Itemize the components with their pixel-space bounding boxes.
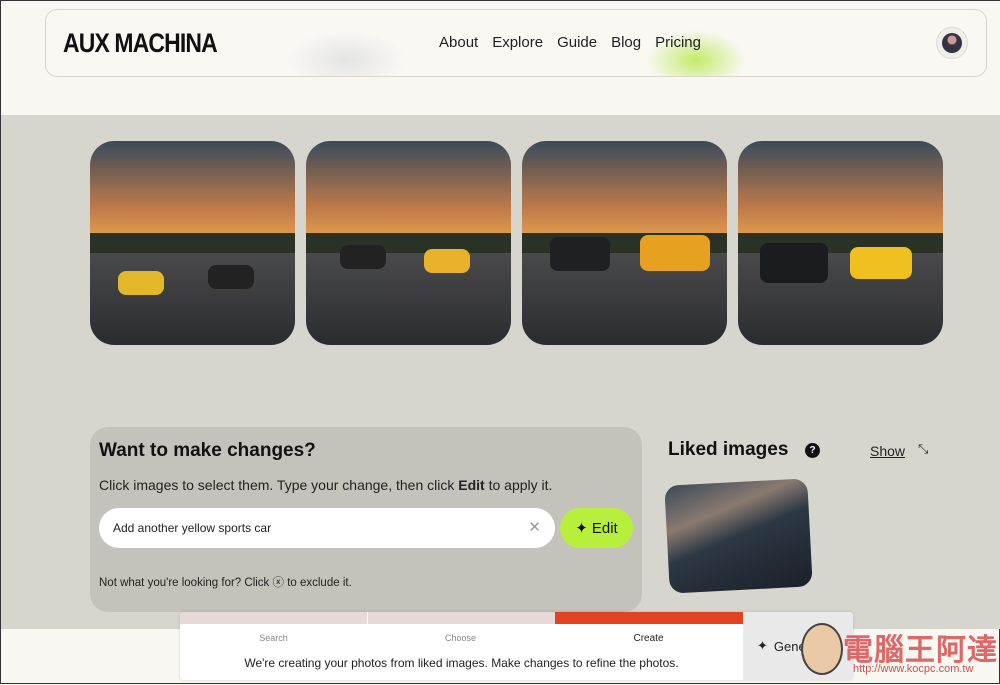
help-icon[interactable]: ? <box>805 443 820 458</box>
changes-description: Click images to select them. Type your c… <box>99 477 552 493</box>
gallery-image-4[interactable] <box>738 141 943 345</box>
gallery-image-1[interactable] <box>90 141 295 345</box>
progress-segment-search <box>180 612 367 624</box>
sparkle-icon: ✦ <box>757 638 768 653</box>
avatar-image <box>942 33 962 53</box>
step-choose[interactable]: Choose <box>367 633 554 643</box>
liked-image[interactable] <box>664 478 813 594</box>
exclude-icon: ⓧ <box>272 577 285 589</box>
gallery-image-3[interactable] <box>522 141 727 345</box>
change-input-value: Add another yellow sports car <box>113 521 272 535</box>
show-link[interactable]: Show <box>870 443 905 459</box>
sparkle-icon: ✦ <box>575 520 588 537</box>
step-search[interactable]: Search <box>180 633 367 643</box>
hint-text: Not what you're looking for? Click <box>99 577 273 589</box>
clear-icon[interactable]: ✕ <box>528 518 541 536</box>
gallery-image-2[interactable] <box>306 141 511 345</box>
progress-bar: Search Choose Create We're creating your… <box>180 612 853 680</box>
progress-segment-create <box>555 612 743 624</box>
watermark-text: 電腦王阿達 <box>843 633 998 668</box>
nav-blog[interactable]: Blog <box>611 34 641 51</box>
nav-explore[interactable]: Explore <box>492 34 543 51</box>
changes-title: Want to make changes? <box>99 440 316 461</box>
generate-label: Generate <box>773 638 829 654</box>
logo[interactable]: AUX MACHINA <box>63 28 218 59</box>
liked-images-title: Liked images <box>668 439 789 460</box>
avatar[interactable] <box>936 27 968 59</box>
exclude-hint: Not what you're looking for? Click ⓧ to … <box>99 574 352 590</box>
step-create[interactable]: Create <box>555 633 742 644</box>
change-input[interactable]: Add another yellow sports car ✕ <box>99 508 555 548</box>
nav-pricing[interactable]: Pricing <box>655 34 701 51</box>
header-glow <box>286 30 406 76</box>
nav: About Explore Guide Blog Pricing <box>439 34 701 51</box>
header: AUX MACHINA About Explore Guide Blog Pri… <box>45 9 987 77</box>
edit-label: Edit <box>591 519 618 537</box>
desc-text: Click images to select them. Type your c… <box>99 477 459 493</box>
watermark-url: http://www.kocpc.com.tw <box>853 663 974 675</box>
desc-bold: Edit <box>458 477 485 493</box>
progress-segment-choose <box>368 612 555 624</box>
collapse-icon[interactable]: ⤡ <box>918 441 928 457</box>
nav-about[interactable]: About <box>439 34 478 51</box>
desc-text-end: to apply it. <box>484 477 553 493</box>
edit-button[interactable]: ✦ Edit <box>560 508 633 548</box>
hint-text-end: to exclude it. <box>284 577 352 589</box>
generate-button[interactable]: ✦ Generate <box>743 612 853 680</box>
top-area: AUX MACHINA About Explore Guide Blog Pri… <box>1 1 1000 115</box>
status-text: We're creating your photos from liked im… <box>244 656 679 670</box>
nav-guide[interactable]: Guide <box>557 34 597 51</box>
changes-panel: Want to make changes? Click images to se… <box>90 427 642 612</box>
